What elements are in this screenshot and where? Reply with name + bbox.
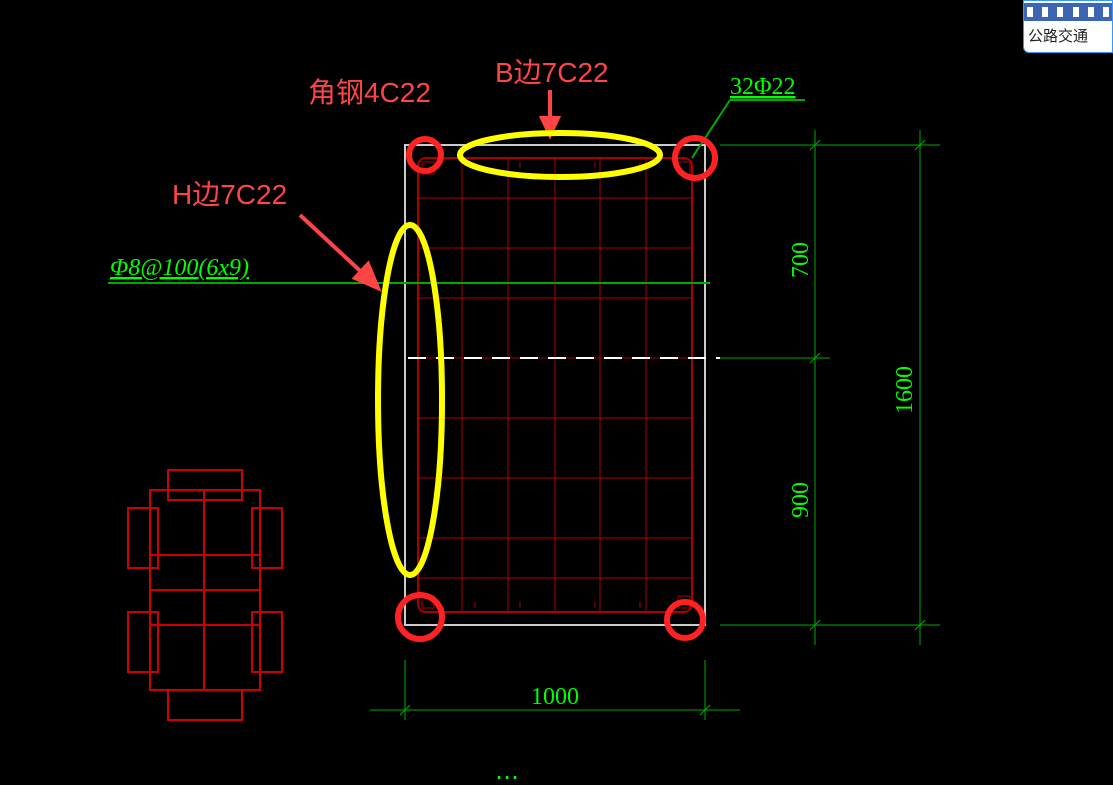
- dim-width-text: 1000: [531, 684, 579, 710]
- highlight-ellipse-left: [378, 225, 442, 575]
- rebar-ticks-top: [475, 162, 640, 168]
- highlight-ellipse-top: [460, 133, 660, 177]
- rebar-ticks-bottom: [475, 602, 640, 608]
- stirrup-spec-text: Φ8@100(6x9): [110, 255, 249, 281]
- anno-h-edge-label: H边7C22: [172, 179, 287, 210]
- cross-section-sketch: [128, 470, 282, 720]
- sidebar-popup[interactable]: 公路交通: [1023, 0, 1113, 53]
- dim-right-inner: [810, 130, 820, 645]
- dim-900-text: 900: [788, 482, 814, 518]
- svg-text:⋯: ⋯: [495, 765, 519, 785]
- dim-700-text: 700: [788, 242, 814, 278]
- highlight-circle-tl: [409, 139, 441, 171]
- anno-h-edge-arrow: [300, 215, 378, 288]
- vertical-rebar-lines: [462, 158, 646, 612]
- highlight-circle-br: [667, 602, 703, 638]
- rebar-spec-text: 32Φ22: [730, 74, 796, 100]
- bottom-truncated-label: ⋯: [480, 765, 640, 785]
- cad-drawing-canvas: Φ8@100(6x9) 32Φ22 1000 700 900 1600 ⋯: [0, 0, 1113, 785]
- sidebar-label: 公路交通: [1024, 21, 1112, 46]
- anno-corner-label: 角钢4C22: [308, 77, 431, 108]
- dim-1600-text: 1600: [892, 366, 918, 414]
- sidebar-title-row: [1024, 3, 1112, 21]
- anno-b-edge-arrow: [542, 90, 558, 135]
- anno-b-edge-label: B边7C22: [495, 57, 609, 88]
